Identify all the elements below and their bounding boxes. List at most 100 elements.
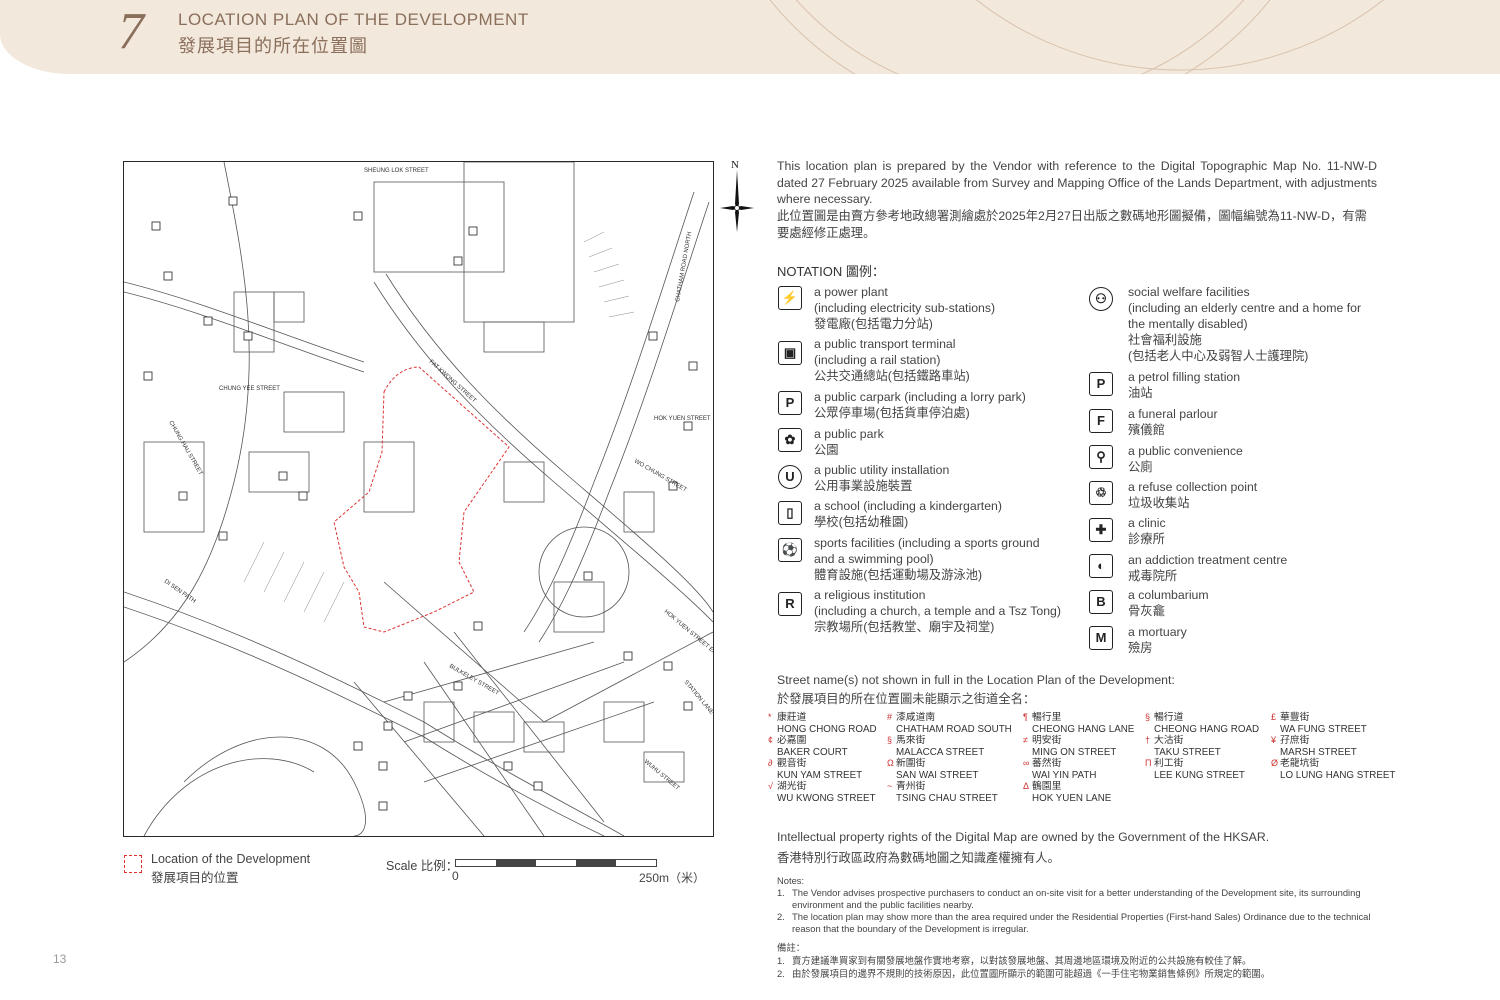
street-item: ∂ 觀音街 KUN YAM STREET [768, 758, 863, 781]
street-symbol: Π [1145, 758, 1152, 768]
compass-icon [720, 170, 754, 232]
map-label-hok-yuen: HOK YUEN STREET [654, 416, 711, 422]
street-zh: 康莊道 [777, 712, 807, 723]
street-item: ¥ 孖庶街 MARSH STREET [1271, 735, 1357, 758]
map-label-sheung-lok: SHEUNG LOK STREET [364, 168, 429, 174]
street-en: HOK YUEN LANE [1032, 792, 1112, 804]
street-zh: 華豐街 [1280, 712, 1310, 723]
street-symbol: * [768, 712, 772, 722]
location-map[interactable]: FAT KWONG STREET CHUNG YEE STREET CHUNG … [123, 161, 714, 837]
map-label-hok-yuen-east: HOK YUEN STREET EAST [663, 609, 713, 661]
street-symbol: £ [1271, 712, 1277, 722]
street-en: KUN YAM STREET [777, 769, 863, 781]
street-en: WA FUNG STREET [1280, 723, 1367, 735]
streets-title-en: Street name(s) not shown in full in the … [777, 673, 1175, 687]
street-symbol: ∞ [1023, 758, 1030, 768]
notation-power-plant: a power plant (including electricity sub… [814, 284, 995, 332]
street-item: ≠ 明安街 MING ON STREET [1023, 735, 1116, 758]
map-label-wo-chung: WO CHUNG STREET [633, 459, 688, 494]
street-item: ∞ 蕃然街 WAI YIN PATH [1023, 758, 1096, 781]
religious-icon: R [778, 592, 802, 616]
notation-en: an addiction treatment centre [1128, 553, 1288, 567]
street-zh: 老龍坑街 [1280, 758, 1320, 769]
scale-label: Scale 比例： [386, 859, 459, 873]
street-en: SAN WAI STREET [896, 769, 979, 781]
street-zh: 大沽街 [1154, 735, 1184, 746]
street-item: £ 華豐街 WA FUNG STREET [1271, 712, 1367, 735]
street-zh: 明安街 [1032, 735, 1062, 746]
notation-zh: 學校(包括幼稚園) [814, 515, 909, 529]
street-en: WU KWONG STREET [777, 792, 876, 804]
intro-en: This location plan is prepared by the Ve… [777, 159, 1377, 206]
street-symbol: ~ [887, 781, 893, 791]
notes-title: Notes: [777, 875, 805, 886]
notation-mortuary: a mortuary 殮房 [1128, 624, 1187, 656]
social-welfare-icon: ⚇ [1089, 287, 1113, 311]
street-zh: 青州街 [896, 781, 926, 792]
legend-location-en: Location of the Development [151, 852, 311, 866]
notation-sports: sports facilities (including a sports gr… [814, 535, 1040, 583]
notation-social-welfare: social welfare facilities (including an … [1128, 284, 1361, 364]
street-item: # 漆咸道南 CHATHAM ROAD SOUTH [887, 712, 1012, 735]
addiction-icon: ◐ [1089, 554, 1113, 578]
notation-zh: 殮房 [1128, 641, 1153, 655]
street-symbol: § [887, 735, 893, 745]
street-zh: 湖光街 [777, 781, 807, 792]
notation-zh: 公用事業設施裝置 [814, 479, 913, 493]
street-en: TAKU STREET [1154, 746, 1221, 758]
map-drawing: FAT KWONG STREET CHUNG YEE STREET CHUNG … [124, 162, 713, 836]
street-en: LO LUNG HANG STREET [1280, 769, 1396, 781]
notation-park: a public park 公園 [814, 426, 884, 458]
notation-zh: 體育設施(包括運動場及游泳池) [814, 568, 983, 582]
street-en: HONG CHONG ROAD [777, 723, 877, 735]
street-en: MARSH STREET [1280, 746, 1357, 758]
sports-icon: ⚽ [778, 538, 802, 562]
street-symbol: Δ [1023, 781, 1030, 791]
street-en: TSING CHAU STREET [896, 792, 998, 804]
section-title-zh: 發展項目的所在位置圖 [178, 36, 368, 56]
street-item: Ø 老龍坑街 LO LUNG HANG STREET [1271, 758, 1396, 781]
notation-petrol: a petrol filling station 油站 [1128, 369, 1240, 401]
notation-school: a school (including a kindergarten) 學校(包… [814, 498, 1002, 530]
notation-en: a clinic [1128, 516, 1166, 530]
notation-en2: (including a rail station) [814, 353, 941, 367]
street-zh: 馬來街 [896, 735, 926, 746]
carpark-icon: P [778, 391, 802, 415]
notation-zh: 公共交通總站(包括鐵路車站) [814, 369, 970, 383]
notation-zh: 社會福利設施 [1128, 333, 1202, 347]
street-zh: 必嘉圍 [777, 735, 807, 746]
page-number: 13 [53, 952, 67, 966]
notation-utility: a public utility installation 公用事業設施裝置 [814, 462, 949, 494]
street-item: § 馬來街 MALACCA STREET [887, 735, 985, 758]
notation-zh: 戒毒院所 [1128, 569, 1178, 583]
funeral-icon: F [1089, 409, 1113, 433]
street-item: ~ 青州街 TSING CHAU STREET [887, 781, 998, 804]
notation-en: a petrol filling station [1128, 370, 1241, 384]
map-label-chung-yee: CHUNG YEE STREET [219, 386, 280, 392]
notation-zh: 發電廠(包括電力分站) [814, 317, 933, 331]
notation-columbarium: a columbarium 骨灰龕 [1128, 587, 1209, 619]
ip-statement-en: Intellectual property rights of the Digi… [777, 830, 1270, 844]
scale-bar [455, 859, 657, 867]
street-zh: 暢行里 [1032, 712, 1062, 723]
note-text: The Vendor advises prospective purchaser… [792, 887, 1361, 910]
notation-en2: and a swimming pool) [814, 552, 934, 566]
notation-title: NOTATION 圖例： [777, 264, 885, 279]
street-en: CHATHAM ROAD SOUTH [896, 723, 1012, 735]
street-item: § 暢行道 CHEONG HANG ROAD [1145, 712, 1259, 735]
utility-icon: U [778, 465, 802, 489]
note-number: 1. [777, 955, 785, 966]
petrol-icon: P [1089, 372, 1113, 396]
notation-en2: (including electricity sub-stations) [814, 301, 996, 315]
notation-en: a power plant [814, 285, 888, 299]
notation-funeral: a funeral parlour 殯儀館 [1128, 406, 1218, 438]
note-text: 賣方建議準買家到有關發展地盤作實地考察，以對該發展地盤、其周邊地區環境及附近的公… [792, 955, 1252, 966]
streets-title-zh: 於發展項目的所在位置圖未能顯示之街道全名： [777, 692, 1036, 706]
notation-zh: 殯儀館 [1128, 423, 1165, 437]
street-en: MALACCA STREET [896, 746, 985, 758]
notation-zh: 公廁 [1128, 460, 1153, 474]
section-title-en: LOCATION PLAN OF THE DEVELOPMENT [178, 10, 529, 29]
street-zh: 新圍街 [896, 758, 926, 769]
notation-en: a funeral parlour [1128, 407, 1218, 421]
bus-terminal-icon: ▣ [778, 341, 802, 365]
